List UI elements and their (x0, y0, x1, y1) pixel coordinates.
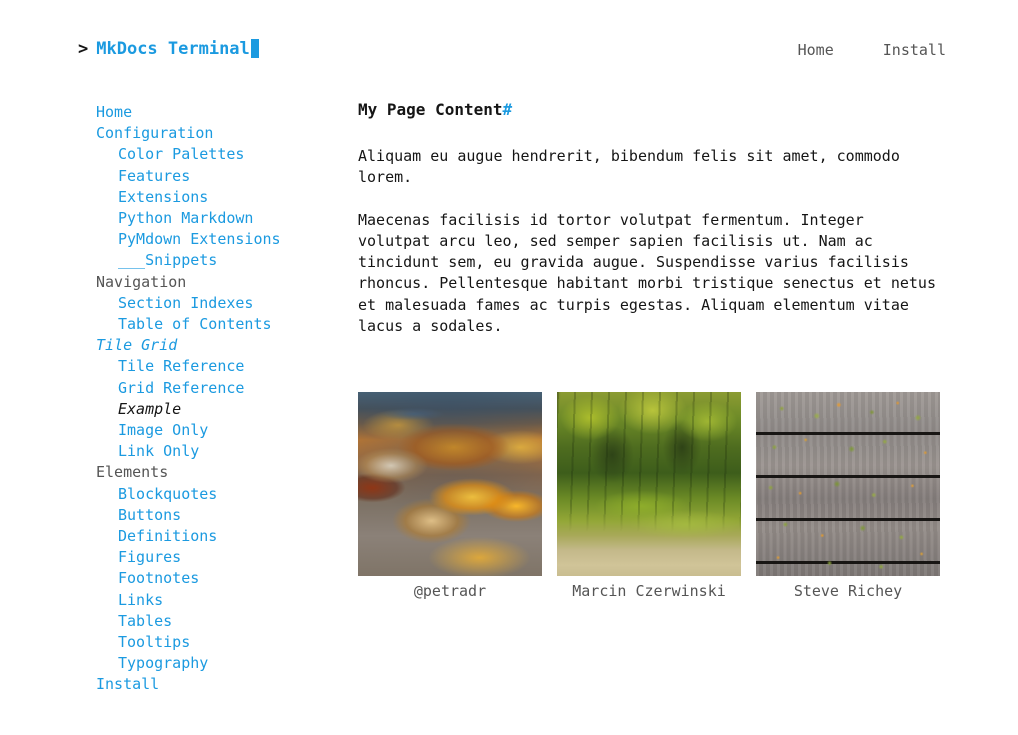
sidebar-item-label: Links (118, 590, 164, 609)
paragraph-1: Aliquam eu augue hendrerit, bibendum fel… (358, 147, 900, 187)
sidebar-item-label: Color Palettes (118, 145, 245, 164)
top-nav-item-install[interactable]: Install (883, 41, 946, 59)
sidebar-item-label: Home (96, 103, 133, 121)
sidebar-item-label: PyMdown Extensions (118, 230, 281, 249)
sidebar-item-label: Section Indexes (118, 293, 254, 312)
sidebar-item-label: Figures (118, 548, 182, 567)
terminal-prompt-icon: > (78, 39, 89, 59)
sidebar-item-label: Extensions (118, 187, 209, 206)
sidebar-item-figures[interactable]: Figures (96, 547, 336, 568)
site-header: > MkDocs Terminal Home Install (0, 0, 1018, 92)
top-navigation: Home Install (798, 41, 946, 59)
tile[interactable]: Marcin Czerwinski (557, 392, 741, 601)
sidebar-item-label: Configuration (96, 124, 214, 143)
sidebar-item-link-only[interactable]: Link Only (96, 441, 336, 462)
sidebar-item-grid-reference[interactable]: Grid Reference (96, 378, 336, 399)
sidebar-item-tooltips[interactable]: Tooltips (96, 632, 336, 653)
sidebar-item-label: Table of Contents (118, 315, 272, 334)
sidebar-item-tile-reference[interactable]: Tile Reference (96, 356, 336, 377)
autumn-leaves-photo[interactable] (358, 392, 542, 576)
sidebar-item-definitions[interactable]: Definitions (96, 526, 336, 547)
sidebar-item-example: Example (96, 399, 336, 420)
sidebar-item-label: Tile Reference (118, 357, 245, 376)
sidebar-item-label: Tooltips (118, 633, 191, 652)
tile[interactable]: @petradr (358, 392, 542, 601)
sidebar-item-label: Typography (118, 654, 209, 673)
sidebar-item-label: Link Only (118, 442, 200, 461)
sidebar-item-navigation: Navigation (96, 272, 336, 293)
sidebar-item-label: Elements (96, 463, 169, 482)
sidebar-item-label: Install (96, 675, 160, 694)
tile-image-art (557, 392, 741, 576)
terminal-cursor-icon (250, 39, 259, 58)
sidebar-item-label: Example (118, 399, 182, 418)
sidebar-item-label: Footnotes (118, 569, 200, 588)
site-brand[interactable]: > MkDocs Terminal (78, 39, 259, 59)
sidebar-item-label: Tile Grid (96, 336, 178, 355)
sidebar-item-buttons[interactable]: Buttons (96, 505, 336, 526)
sidebar-item-label: Python Markdown (118, 209, 254, 228)
sidebar-item-snippets[interactable]: ___Snippets (96, 250, 336, 271)
sidebar-item-extensions[interactable]: Extensions (96, 187, 336, 208)
page-title-text: My Page Content (358, 100, 503, 119)
tile-caption: @petradr (413, 582, 487, 600)
sidebar-item-label: Definitions (118, 527, 218, 546)
sidebar-item-label: Blockquotes (118, 484, 218, 503)
tile-caption: Marcin Czerwinski (572, 582, 726, 600)
paragraph-2: Maecenas facilisis id tortor volutpat fe… (358, 210, 936, 336)
sidebar-item-configuration[interactable]: Configuration (96, 123, 336, 144)
green-forest-moss-photo[interactable] (557, 392, 741, 576)
sidebar-item-features[interactable]: Features (96, 166, 336, 187)
tile-image-art (358, 392, 542, 576)
sidebar-nav-list: Home Configuration Color Palettes Features E… (96, 102, 336, 696)
heading-anchor-link[interactable]: # (503, 100, 513, 119)
sidebar-item-table-of-contents[interactable]: Table of Contents (96, 314, 336, 335)
sidebar-item-label: Image Only (118, 421, 209, 440)
site-brand-title: MkDocs Terminal (96, 39, 250, 59)
sidebar-item-elements: Elements (96, 462, 336, 483)
sidebar-item-pymdown-extensions[interactable]: PyMdown Extensions (96, 229, 336, 250)
sidebar-item-label: Buttons (118, 505, 182, 524)
mossy-wooden-planks-photo[interactable] (756, 392, 940, 576)
tile-grid: @petradr Marcin Czerwinski Steve Richey (358, 392, 940, 601)
main-content: My Page Content# Aliquam eu augue hendre… (358, 100, 940, 337)
sidebar-item-label: Tables (118, 611, 173, 630)
top-nav-item-home[interactable]: Home (798, 41, 834, 59)
sidebar-item-color-palettes[interactable]: Color Palettes (96, 144, 336, 165)
sidebar-item-typography[interactable]: Typography (96, 653, 336, 674)
sidebar-item-home[interactable]: Home (96, 102, 336, 123)
tile-caption: Steve Richey (793, 582, 903, 600)
sidebar-item-blockquotes[interactable]: Blockquotes (96, 484, 336, 505)
sidebar-item-section-indexes[interactable]: Section Indexes (96, 293, 336, 314)
sidebar-item-links[interactable]: Links (96, 590, 336, 611)
page-title: My Page Content# (358, 100, 940, 120)
sidebar-item-tile-grid[interactable]: Tile Grid (96, 335, 336, 356)
tile[interactable]: Steve Richey (756, 392, 940, 601)
sidebar: Home Configuration Color Palettes Features E… (96, 102, 336, 696)
sidebar-item-tables[interactable]: Tables (96, 611, 336, 632)
sidebar-item-label: Grid Reference (118, 378, 245, 397)
sidebar-item-image-only[interactable]: Image Only (96, 420, 336, 441)
sidebar-item-label: Navigation (96, 272, 187, 291)
sidebar-item-label: Features (118, 166, 191, 185)
sidebar-item-label: ___Snippets (118, 251, 218, 270)
sidebar-item-footnotes[interactable]: Footnotes (96, 568, 336, 589)
sidebar-item-python-markdown[interactable]: Python Markdown (96, 208, 336, 229)
tile-image-art (756, 392, 940, 576)
sidebar-item-install[interactable]: Install (96, 674, 336, 695)
